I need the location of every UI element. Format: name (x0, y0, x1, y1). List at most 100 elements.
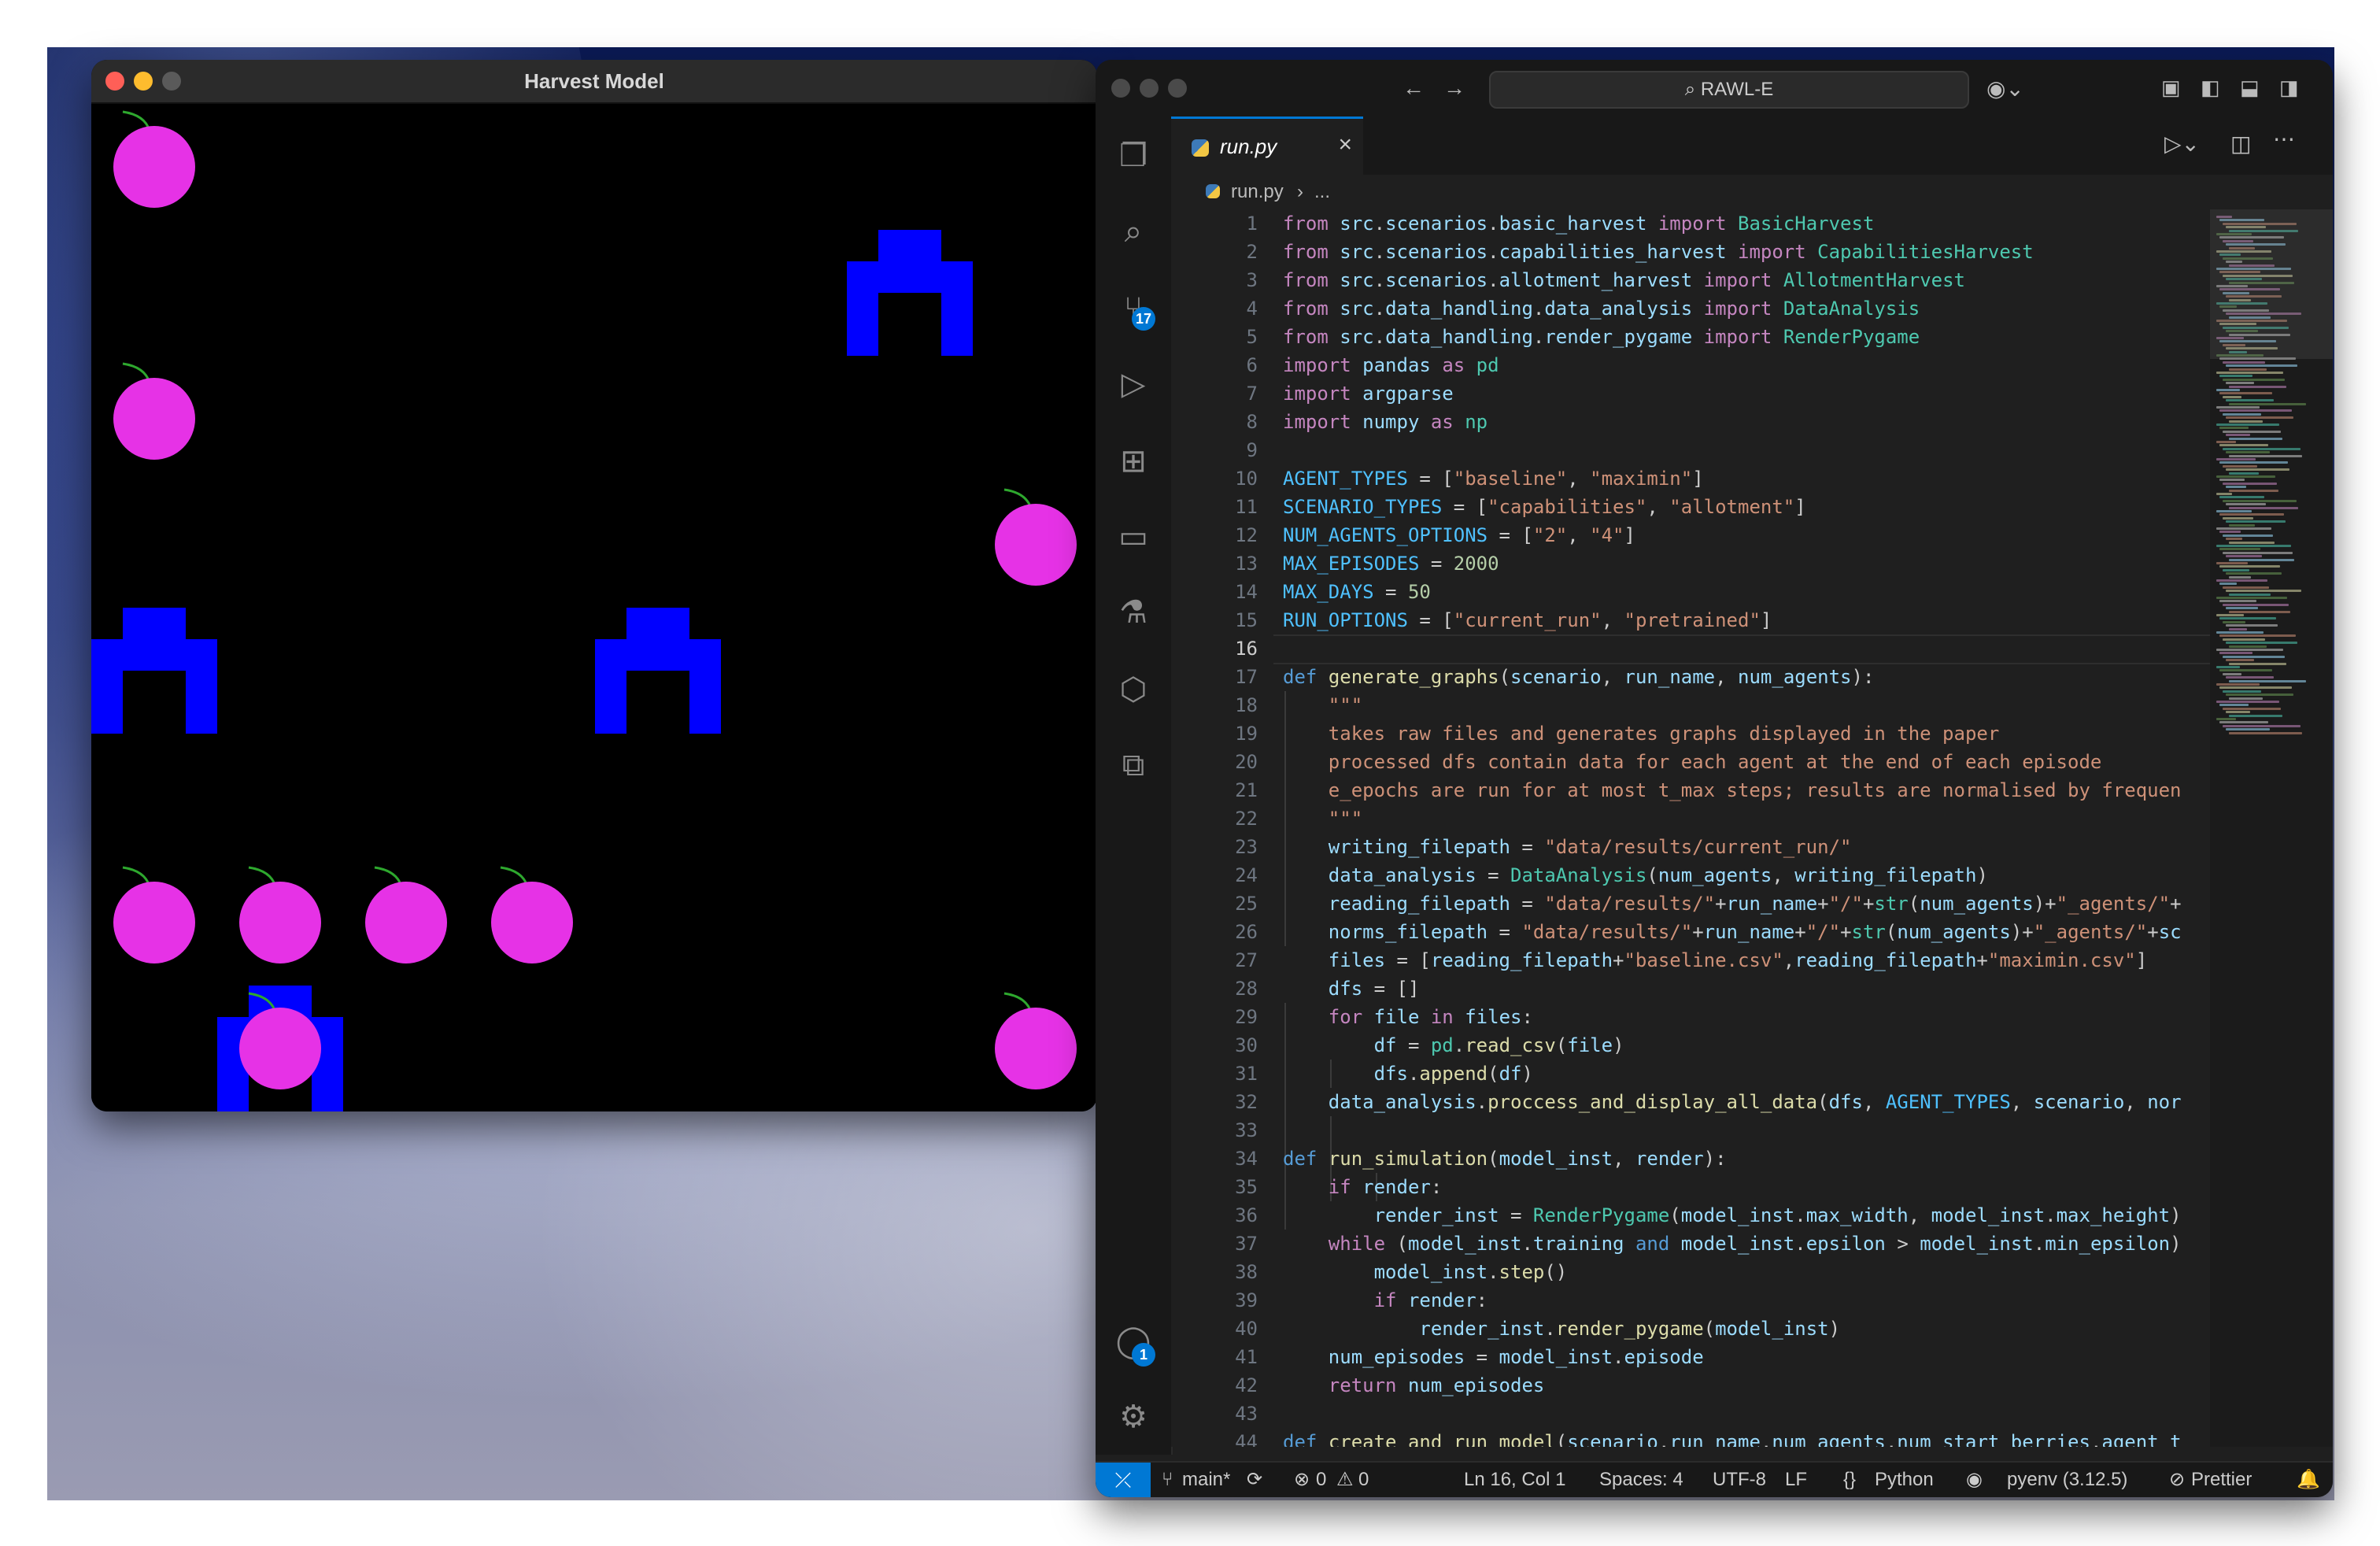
minimap-line (2229, 714, 2282, 717)
branch-name[interactable]: main* (1182, 1463, 1230, 1497)
forward-arrow-icon[interactable]: → (1443, 76, 1465, 101)
code-line[interactable]: 28 dfs = [] (1171, 975, 2210, 1003)
code-line[interactable]: 44 def create_and_run_model(scenario,run_… (1171, 1428, 2210, 1447)
code-line[interactable]: 3 from src.scenarios.allotment_harvest im… (1171, 266, 2210, 294)
remote-indicator-icon[interactable]: ⤫ (1096, 1463, 1151, 1497)
close-tab-icon[interactable]: × (1338, 131, 1352, 158)
code-line[interactable]: 7 import argparse (1171, 379, 2210, 408)
notifications-bell-icon[interactable]: 🔔 (2297, 1463, 2320, 1497)
breadcrumb-file[interactable]: run.py (1231, 181, 1284, 203)
prettier-status[interactable]: Prettier (2191, 1463, 2252, 1497)
toggle-sidebar-icon[interactable]: ◧ (2201, 76, 2220, 100)
code-line[interactable]: 5 from src.data_handling.render_pygame im… (1171, 323, 2210, 351)
customize-layout-icon[interactable]: ▣ (2161, 76, 2181, 100)
code-line[interactable]: 8 import numpy as np (1171, 408, 2210, 436)
minimap-line (2216, 683, 2260, 686)
toggle-secondary-sidebar-icon[interactable]: ◨ (2279, 76, 2299, 100)
python-interpreter[interactable]: pyenv (3.12.5) (2007, 1463, 2127, 1497)
code-line[interactable]: 29 for file in files: (1171, 1003, 2210, 1031)
remote-explorer-icon[interactable]: ▭ (1113, 516, 1154, 557)
code-text: processed dfs contain data for each agen… (1283, 751, 2102, 773)
code-line[interactable]: 35 if render: (1171, 1173, 2210, 1201)
code-line[interactable]: 30 df = pd.read_csv(file) (1171, 1031, 2210, 1060)
code-line[interactable]: 23 writing_filepath = "data/results/curr… (1171, 833, 2210, 861)
tab-run-py[interactable]: run.py × (1171, 117, 1363, 177)
code-line[interactable]: 21 e_epochs are run for at most t_max st… (1171, 776, 2210, 804)
zoom-window-button[interactable] (1168, 79, 1187, 98)
minimap-line (2216, 493, 2232, 495)
code-line[interactable]: 40 render_inst.render_pygame(model_inst) (1171, 1315, 2210, 1343)
close-window-button[interactable] (1111, 79, 1130, 98)
back-arrow-icon[interactable]: ← (1402, 76, 1425, 101)
code-line[interactable]: 18 """ (1171, 691, 2210, 719)
code-line[interactable]: 15 RUN_OPTIONS = ["current_run", "pretrai… (1171, 606, 2210, 634)
search-text: RAWL-E (1700, 79, 1774, 100)
minimap-line (2216, 389, 2240, 391)
testing-icon[interactable]: ⚗ (1113, 592, 1154, 633)
code-line[interactable]: 16 (1171, 634, 2210, 663)
code-line[interactable]: 17 def generate_graphs(scenario, run_name… (1171, 663, 2210, 691)
code-line[interactable]: 9 (1171, 436, 2210, 464)
code-line[interactable]: 32 data_analysis.proccess_and_display_al… (1171, 1088, 2210, 1116)
cursor-position[interactable]: Ln 16, Col 1 (1464, 1463, 1565, 1497)
minimap-line (2226, 555, 2262, 558)
code-editor[interactable]: 1 from src.scenarios.basic_harvest import… (1171, 209, 2210, 1447)
code-line[interactable]: 43 (1171, 1400, 2210, 1428)
command-center-search[interactable]: ⌕ RAWL-E (1489, 71, 1969, 109)
warning-count[interactable]: 0 (1358, 1463, 1369, 1497)
containers-icon[interactable]: ⬡ (1113, 669, 1154, 710)
copilot-status-icon[interactable]: ◉ (1966, 1463, 1983, 1497)
code-line[interactable]: 31 dfs.append(df) (1171, 1060, 2210, 1088)
minimap-slider[interactable] (2210, 209, 2333, 359)
code-line[interactable]: 4 from src.data_handling.data_analysis im… (1171, 294, 2210, 323)
code-line[interactable]: 27 files = [reading_filepath+"baseline.c… (1171, 946, 2210, 975)
code-line[interactable]: 1 from src.scenarios.basic_harvest import… (1171, 209, 2210, 238)
run-debug-icon[interactable]: ▷ (1113, 364, 1154, 405)
code-line[interactable]: 25 reading_filepath = "data/results/"+ru… (1171, 890, 2210, 918)
code-line[interactable]: 24 data_analysis = DataAnalysis(num_agen… (1171, 861, 2210, 890)
language-mode[interactable]: Python (1875, 1463, 1934, 1497)
minimap[interactable] (2210, 209, 2333, 1447)
harvest-titlebar[interactable]: Harvest Model (91, 60, 1097, 104)
code-line[interactable]: 33 (1171, 1116, 2210, 1145)
code-line[interactable]: 19 takes raw files and generates graphs … (1171, 719, 2210, 748)
more-actions-icon[interactable]: ⋯ (2273, 126, 2295, 152)
code-line[interactable]: 34 def run_simulation(model_inst, render)… (1171, 1145, 2210, 1173)
code-line[interactable]: 39 if render: (1171, 1286, 2210, 1315)
code-line[interactable]: 38 model_inst.step() (1171, 1258, 2210, 1286)
code-line[interactable]: 13 MAX_EPISODES = 2000 (1171, 549, 2210, 578)
run-python-file-icon[interactable]: ▷⌄ (2164, 131, 2200, 157)
sync-icon[interactable]: ⟳ (1247, 1463, 1262, 1497)
error-count[interactable]: 0 (1316, 1463, 1326, 1497)
line-number: 20 (1235, 751, 1258, 773)
explorer-icon[interactable]: ❐ (1113, 135, 1154, 176)
code-line[interactable]: 14 MAX_DAYS = 50 (1171, 578, 2210, 606)
search-icon[interactable]: ⌕ (1113, 211, 1154, 252)
code-line[interactable]: 22 """ (1171, 804, 2210, 833)
code-line[interactable]: 37 while (model_inst.training and model_… (1171, 1230, 2210, 1258)
indentation[interactable]: Spaces: 4 (1599, 1463, 1683, 1497)
code-line[interactable]: 11 SCENARIO_TYPES = ["capabilities", "all… (1171, 493, 2210, 521)
split-editor-icon[interactable]: ◫ (2230, 131, 2251, 157)
end-of-line[interactable]: LF (1785, 1463, 1807, 1497)
code-line[interactable]: 2 from src.scenarios.capabilities_harvest… (1171, 238, 2210, 266)
code-line[interactable]: 26 norms_filepath = "data/results/"+run_… (1171, 918, 2210, 946)
code-line[interactable]: 20 processed dfs contain data for each a… (1171, 748, 2210, 776)
code-line[interactable]: 6 import pandas as pd (1171, 351, 2210, 379)
code-line[interactable]: 42 return num_episodes (1171, 1371, 2210, 1400)
extensions-icon[interactable]: ⊞ (1113, 441, 1154, 482)
settings-gear-icon[interactable]: ⚙ (1113, 1396, 1154, 1437)
copilot-icon[interactable]: ◉⌄ (1986, 76, 2024, 102)
python-icon[interactable]: ⧉ (1113, 745, 1154, 786)
minimap-line (2229, 489, 2278, 492)
minimap-line (2229, 523, 2255, 527)
encoding[interactable]: UTF-8 (1713, 1463, 1766, 1497)
line-number: 42 (1235, 1374, 1258, 1396)
code-line[interactable]: 10 AGENT_TYPES = ["baseline", "maximin"] (1171, 464, 2210, 493)
breadcrumb-rest[interactable]: ... (1314, 181, 1330, 203)
toggle-panel-icon[interactable]: ⬓ (2240, 76, 2260, 100)
minimize-window-button[interactable] (1140, 79, 1159, 98)
code-line[interactable]: 41 num_episodes = model_inst.episode (1171, 1343, 2210, 1371)
code-line[interactable]: 36 render_inst = RenderPygame(model_inst… (1171, 1201, 2210, 1230)
code-line[interactable]: 12 NUM_AGENTS_OPTIONS = ["2", "4"] (1171, 521, 2210, 549)
